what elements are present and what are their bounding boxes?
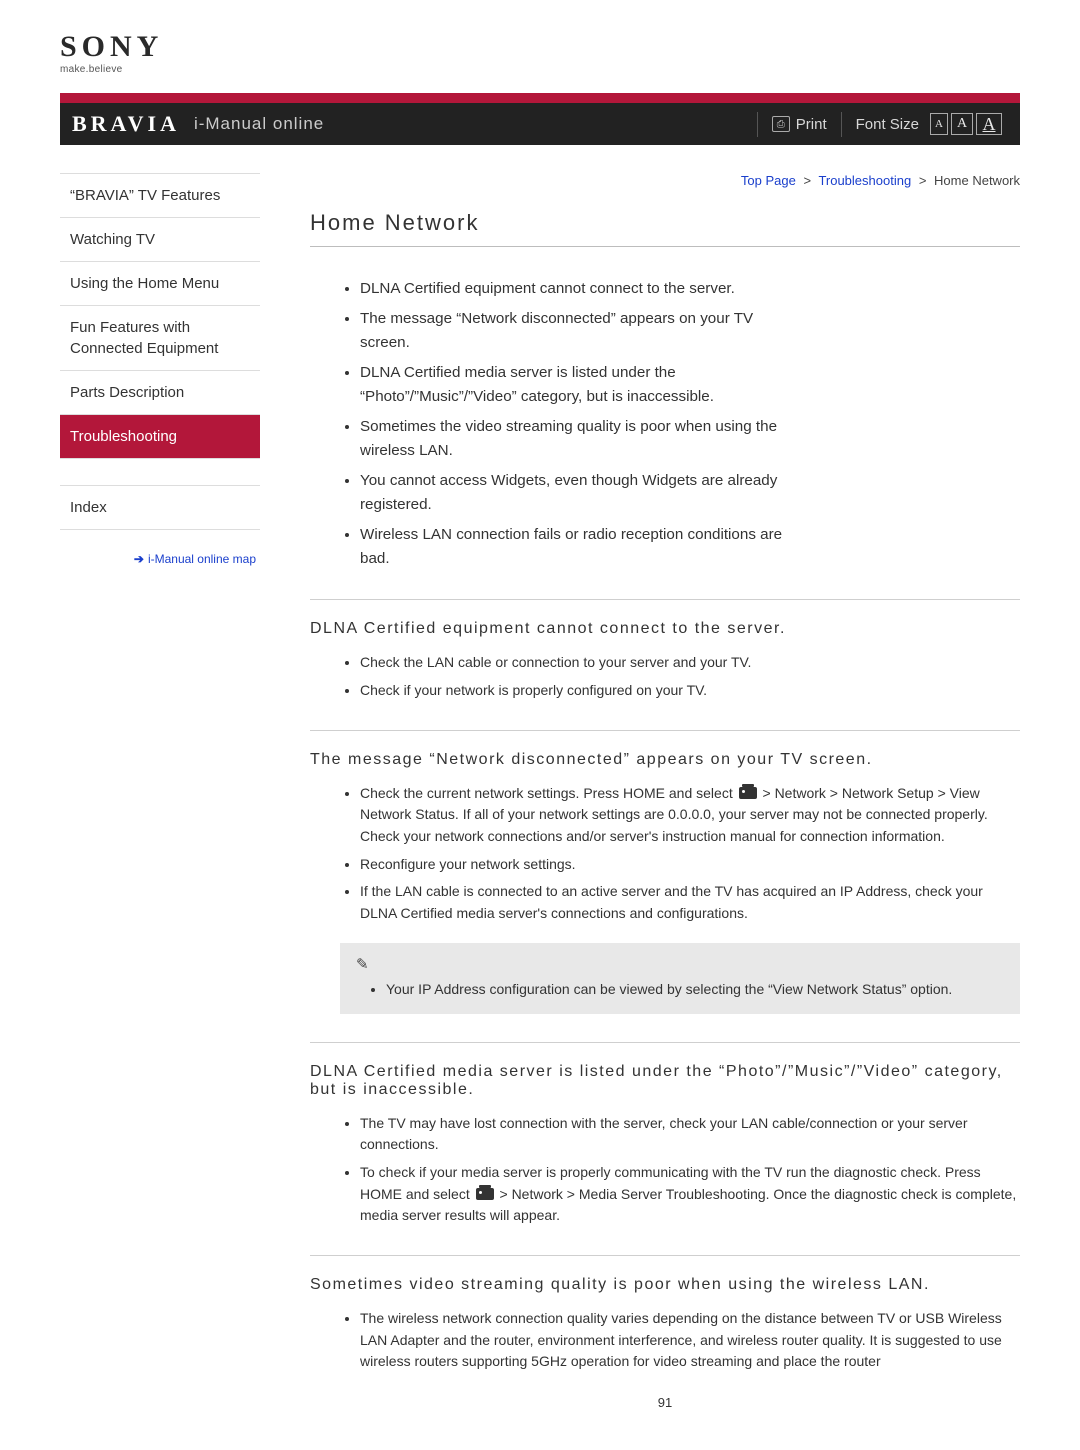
font-size-large[interactable]: A	[976, 113, 1002, 135]
sidebar-item-fun-features[interactable]: Fun Features with Connected Equipment	[60, 306, 260, 371]
brand-logo: SONY make.believe	[60, 30, 1020, 75]
list-item[interactable]: DLNA Certified media server is listed un…	[360, 361, 790, 409]
sidebar-item-watching[interactable]: Watching TV	[60, 218, 260, 262]
brand-name: SONY	[60, 30, 1020, 64]
note-icon: ✎	[356, 955, 369, 973]
print-icon: ⎙	[772, 116, 790, 132]
font-size-small[interactable]: A	[930, 113, 948, 135]
print-button[interactable]: ⎙ Print	[757, 112, 842, 137]
list-item: Check the current network settings. Pres…	[360, 783, 1020, 848]
list-item: If the LAN cable is connected to an acti…	[360, 881, 1020, 924]
breadcrumb-leaf: Home Network	[934, 173, 1020, 188]
brand-tagline: make.believe	[60, 64, 1020, 75]
list-item[interactable]: The message “Network disconnected” appea…	[360, 307, 790, 355]
page-number: 91	[310, 1395, 1020, 1410]
section: The message “Network disconnected” appea…	[310, 730, 1020, 1014]
section: DLNA Certified media server is listed un…	[310, 1042, 1020, 1227]
list-item: To check if your media server is properl…	[360, 1162, 1020, 1227]
print-label: Print	[796, 116, 827, 133]
section-heading: Sometimes video streaming quality is poo…	[310, 1276, 1020, 1294]
bravia-mark: BRAVIA	[72, 111, 180, 137]
list-item[interactable]: DLNA Certified equipment cannot connect …	[360, 277, 790, 301]
manual-map-link[interactable]: ➔i-Manual online map	[60, 552, 260, 566]
main-content: Top Page > Troubleshooting > Home Networ…	[310, 173, 1020, 1410]
section-heading: DLNA Certified media server is listed un…	[310, 1063, 1020, 1099]
page-title: Home Network	[310, 210, 1020, 247]
font-size-medium[interactable]: A	[951, 113, 973, 135]
sidebar-item-parts[interactable]: Parts Description	[60, 371, 260, 415]
list-item: The TV may have lost connection with the…	[360, 1113, 1020, 1156]
font-size-label: Font Size	[856, 116, 919, 133]
accent-bar	[60, 93, 1020, 103]
list-item[interactable]: You cannot access Widgets, even though W…	[360, 469, 790, 517]
sidebar: “BRAVIA” TV Features Watching TV Using t…	[60, 173, 260, 1410]
note-box: ✎ Your IP Address configuration can be v…	[340, 943, 1020, 1014]
toolbox-icon	[476, 1188, 494, 1200]
section: DLNA Certified equipment cannot connect …	[310, 599, 1020, 701]
list-item: Reconfigure your network settings.	[360, 854, 1020, 876]
section-heading: The message “Network disconnected” appea…	[310, 751, 1020, 769]
note-text: Your IP Address configuration can be vie…	[386, 979, 1004, 1000]
sidebar-item-home-menu[interactable]: Using the Home Menu	[60, 262, 260, 306]
list-item[interactable]: Wireless LAN connection fails or radio r…	[360, 523, 790, 571]
list-item: The wireless network connection quality …	[360, 1308, 1020, 1373]
list-item[interactable]: Sometimes the video streaming quality is…	[360, 415, 790, 463]
list-item: Check if your network is properly config…	[360, 680, 1020, 702]
arrow-icon: ➔	[134, 552, 144, 566]
sidebar-item-features[interactable]: “BRAVIA” TV Features	[60, 173, 260, 218]
section-heading: DLNA Certified equipment cannot connect …	[310, 620, 1020, 638]
section: Sometimes video streaming quality is poo…	[310, 1255, 1020, 1373]
toolbox-icon	[739, 787, 757, 799]
breadcrumb-mid[interactable]: Troubleshooting	[818, 173, 911, 188]
list-item: Check the LAN cable or connection to you…	[360, 652, 1020, 674]
breadcrumb-top[interactable]: Top Page	[741, 173, 796, 188]
breadcrumb: Top Page > Troubleshooting > Home Networ…	[310, 173, 1020, 188]
sidebar-item-index[interactable]: Index	[60, 485, 260, 530]
intro-list: DLNA Certified equipment cannot connect …	[360, 277, 790, 571]
sidebar-item-troubleshooting[interactable]: Troubleshooting	[60, 415, 260, 459]
header-subtitle: i-Manual online	[194, 114, 324, 134]
header-bar: BRAVIA i-Manual online ⎙ Print Font Size…	[60, 103, 1020, 145]
